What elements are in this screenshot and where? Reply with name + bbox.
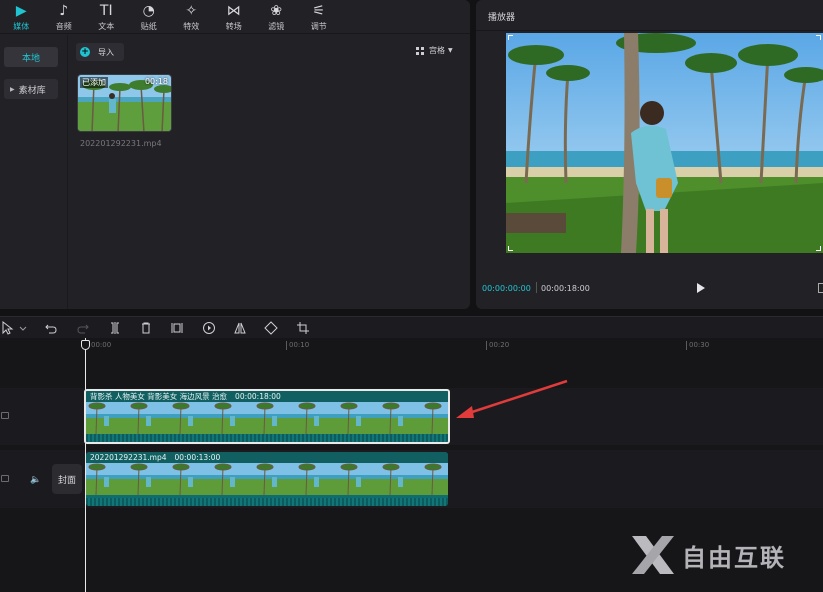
video-preview[interactable] bbox=[506, 33, 823, 253]
player-title: 播放器 bbox=[488, 13, 516, 23]
watermark: 自由互联 bbox=[628, 532, 786, 578]
chevron-down-icon: ▼ bbox=[448, 47, 453, 54]
left-nav: 本地 ▶ 素材库 bbox=[0, 35, 68, 309]
tab-filter-label: 滤镜 bbox=[268, 21, 285, 31]
music-note-icon: ♪ bbox=[59, 2, 69, 19]
clip-filmstrip bbox=[86, 463, 448, 495]
tab-media-label: 媒体 bbox=[13, 21, 30, 31]
sliders-icon: ⚟ bbox=[312, 2, 326, 19]
tab-transition[interactable]: ⋈ 转场 bbox=[213, 0, 256, 34]
transition-icon: ⋈ bbox=[226, 2, 241, 19]
preview-frame bbox=[506, 33, 823, 253]
crop-corner-bl[interactable] bbox=[508, 246, 513, 251]
split-icon[interactable] bbox=[107, 320, 123, 336]
playhead-handle[interactable] bbox=[81, 340, 90, 350]
tab-adjust-label: 调节 bbox=[310, 21, 327, 31]
sticker-icon: ◔ bbox=[142, 2, 155, 19]
media-thumbnail[interactable]: 已添加 00:18 bbox=[77, 74, 172, 132]
crop-icon[interactable] bbox=[295, 320, 311, 336]
player-panel: 播放器 00:00:00:00 00:00:18:00 bbox=[476, 0, 823, 309]
view-mode-dropdown[interactable]: 宫格 ▼ bbox=[416, 45, 453, 56]
clip-waveform bbox=[86, 434, 448, 442]
grid-icon bbox=[416, 46, 425, 55]
watermark-logo-icon bbox=[632, 536, 674, 574]
tab-filter[interactable]: ❀ 滤镜 bbox=[255, 0, 298, 34]
top-toolbar: ▶ 媒体 ♪ 音频 TI 文本 ◔ 贴纸 ✧ 特效 ⋈ 转场 ❀ 滤镜 ⚟ 调节 bbox=[0, 0, 470, 34]
fullscreen-icon[interactable] bbox=[818, 283, 823, 293]
crop-corner-tl[interactable] bbox=[508, 35, 513, 40]
main-clip[interactable]: 202201292231.mp4 00:00:13:00 bbox=[86, 452, 448, 506]
tab-transition-label: 转场 bbox=[225, 21, 242, 31]
redo-icon[interactable] bbox=[75, 320, 91, 336]
clip-title: 202201292231.mp4 bbox=[90, 453, 167, 462]
clip-waveform bbox=[86, 498, 448, 506]
ruler-label-20: 00:20 bbox=[489, 341, 510, 349]
ruler-tick bbox=[286, 341, 287, 350]
tab-sticker[interactable]: ◔ 贴纸 bbox=[128, 0, 171, 34]
thumbnail-filename: 202201292231.mp4 bbox=[80, 139, 162, 148]
track-video-icon[interactable] bbox=[1, 475, 9, 482]
plus-icon: + bbox=[80, 47, 90, 57]
media-panel: ▶ 媒体 ♪ 音频 TI 文本 ◔ 贴纸 ✧ 特效 ⋈ 转场 ❀ 滤镜 ⚟ 调节… bbox=[0, 0, 470, 309]
watermark-text: 自由互联 bbox=[682, 543, 786, 572]
text-icon: TI bbox=[99, 2, 113, 19]
view-mode-label: 宫格 bbox=[429, 46, 445, 55]
tab-text[interactable]: TI 文本 bbox=[85, 0, 128, 34]
ruler-label-10: 00:10 bbox=[289, 341, 310, 349]
nav-library[interactable]: ▶ 素材库 bbox=[4, 79, 58, 99]
ruler-tick bbox=[486, 341, 487, 350]
divider bbox=[476, 30, 823, 31]
mirror-icon[interactable] bbox=[232, 320, 248, 336]
edit-toolbar bbox=[0, 316, 823, 338]
playhead[interactable] bbox=[85, 338, 86, 592]
current-time: 00:00:00:00 bbox=[482, 284, 531, 293]
clip-title: 背影杀 人物美女 背影美女 海边风景 治愈 bbox=[90, 392, 228, 401]
media-icon: ▶ bbox=[15, 2, 27, 19]
sparkle-icon: ✧ bbox=[185, 2, 198, 19]
tab-effects-label: 特效 bbox=[183, 21, 200, 31]
tab-media[interactable]: ▶ 媒体 bbox=[0, 0, 43, 34]
ruler-tick bbox=[686, 341, 687, 350]
import-label: 导入 bbox=[98, 47, 114, 57]
overlay-clip[interactable]: 背影杀 人物美女 背影美女 海边风景 治愈 00:00:18:00 bbox=[84, 389, 450, 444]
play-icon[interactable] bbox=[696, 282, 706, 294]
time-separator bbox=[536, 282, 537, 293]
added-badge: 已添加 bbox=[80, 77, 108, 88]
undo-icon[interactable] bbox=[43, 320, 59, 336]
tab-audio-label: 音频 bbox=[55, 21, 72, 31]
cover-button[interactable]: 封面 bbox=[52, 464, 82, 494]
freeze-frame-icon[interactable] bbox=[169, 320, 185, 336]
time-ruler[interactable]: 00:00 00:10 00:20 00:30 bbox=[0, 338, 823, 352]
clip-duration: 00:00:18:00 bbox=[235, 392, 281, 401]
ruler-label-30: 00:30 bbox=[689, 341, 710, 349]
tool-dropdown-icon[interactable] bbox=[15, 320, 31, 336]
reverse-play-icon[interactable] bbox=[201, 320, 217, 336]
clip-header: 202201292231.mp4 00:00:13:00 bbox=[86, 452, 448, 463]
tab-text-label: 文本 bbox=[98, 21, 115, 31]
nav-library-label: 素材库 bbox=[18, 85, 46, 96]
select-tool-icon[interactable] bbox=[0, 320, 16, 336]
annotation-arrow-icon bbox=[456, 379, 568, 418]
track-video-icon[interactable] bbox=[1, 412, 9, 419]
crop-corner-tr[interactable] bbox=[816, 35, 821, 40]
import-button[interactable]: + 导入 bbox=[76, 43, 124, 61]
tab-audio[interactable]: ♪ 音频 bbox=[43, 0, 86, 34]
total-time: 00:00:18:00 bbox=[541, 284, 590, 293]
tab-sticker-label: 贴纸 bbox=[140, 21, 157, 31]
rotate-icon[interactable] bbox=[263, 320, 279, 336]
caret-right-icon: ▶ bbox=[10, 85, 15, 93]
tab-effects[interactable]: ✧ 特效 bbox=[170, 0, 213, 34]
thumbnail-duration: 00:18 bbox=[144, 77, 168, 86]
app-window: ▶ 媒体 ♪ 音频 TI 文本 ◔ 贴纸 ✧ 特效 ⋈ 转场 ❀ 滤镜 ⚟ 调节… bbox=[0, 0, 823, 592]
nav-local[interactable]: 本地 bbox=[4, 47, 58, 67]
tab-adjust[interactable]: ⚟ 调节 bbox=[298, 0, 341, 34]
delete-icon[interactable] bbox=[138, 320, 154, 336]
clip-header: 背影杀 人物美女 背影美女 海边风景 治愈 00:00:18:00 bbox=[86, 391, 448, 402]
crop-corner-br[interactable] bbox=[816, 246, 821, 251]
speaker-icon[interactable]: 🔈 bbox=[30, 475, 41, 485]
clip-duration: 00:00:13:00 bbox=[174, 453, 221, 462]
filter-icon: ❀ bbox=[270, 2, 283, 19]
clip-filmstrip bbox=[86, 402, 448, 434]
ruler-label-0: 00:00 bbox=[91, 341, 112, 349]
